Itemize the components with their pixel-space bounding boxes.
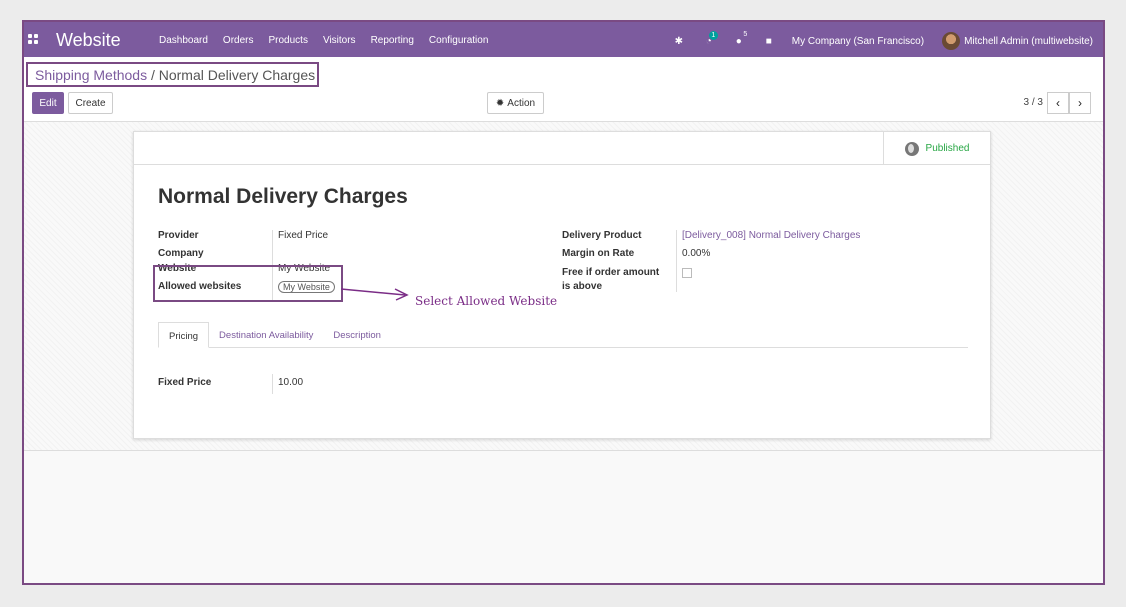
menu-orders[interactable]: Orders <box>223 35 254 46</box>
field-label: Company <box>158 248 204 259</box>
action-button[interactable]: ✹ Action <box>487 92 544 114</box>
bug-icon[interactable]: ✱ <box>672 34 686 48</box>
company-switcher[interactable]: My Company (San Francisco) <box>792 36 924 47</box>
gear-icon: ✹ <box>495 97 505 109</box>
menu-dashboard[interactable]: Dashboard <box>159 35 208 46</box>
avatar[interactable] <box>942 32 961 50</box>
notebook-tabs: Pricing Destination Availability Descrip… <box>158 322 968 348</box>
chat-icon[interactable]: ● 5 <box>732 31 747 48</box>
annotation-highlight-box <box>153 265 343 302</box>
create-button[interactable]: Create <box>68 92 113 114</box>
field-label: Provider <box>158 230 199 241</box>
right-field-group: Delivery Product [Delivery_008] Normal D… <box>562 230 962 292</box>
tab-description[interactable]: Description <box>323 322 391 347</box>
menu-visitors[interactable]: Visitors <box>323 35 356 46</box>
form-view: Published Normal Delivery Charges Provid… <box>24 122 1103 451</box>
menu-configuration[interactable]: Configuration <box>429 35 488 46</box>
delivery-product-link[interactable]: [Delivery_008] Normal Delivery Charges <box>682 230 860 241</box>
field-label: Margin on Rate <box>562 248 635 259</box>
breadcrumb-separator: / <box>147 67 159 83</box>
breadcrumb-current: Normal Delivery Charges <box>158 67 316 83</box>
statusbar: Published <box>134 132 990 165</box>
gift-icon[interactable]: ■ <box>762 34 776 48</box>
menu-products[interactable]: Products <box>268 35 307 46</box>
fixed-price-value[interactable]: 10.00 <box>278 377 303 388</box>
app-window: Website Dashboard Orders Products Visito… <box>22 20 1105 585</box>
tab-pricing[interactable]: Pricing <box>158 322 210 348</box>
top-navbar: Website Dashboard Orders Products Visito… <box>24 22 1103 57</box>
field-divider <box>272 374 273 394</box>
pager-next-button[interactable]: › <box>1069 92 1091 114</box>
margin-value[interactable]: 0.00% <box>682 248 710 259</box>
breadcrumb-parent[interactable]: Shipping Methods <box>35 67 147 83</box>
breadcrumb: Shipping Methods / Normal Delivery Charg… <box>26 62 319 87</box>
pager-value[interactable]: 3 / 3 <box>1024 97 1043 108</box>
tab-destination-availability[interactable]: Destination Availability <box>209 322 323 347</box>
activity-badge: 1 <box>708 31 718 40</box>
app-title[interactable]: Website <box>56 30 121 51</box>
field-divider <box>676 230 677 292</box>
main-menu: Dashboard Orders Products Visitors Repor… <box>159 35 488 46</box>
record-title: Normal Delivery Charges <box>158 185 408 208</box>
edit-button[interactable]: Edit <box>32 92 64 114</box>
control-panel: Shipping Methods / Normal Delivery Charg… <box>24 57 1103 122</box>
field-label: Fixed Price <box>158 377 212 388</box>
provider-value[interactable]: Fixed Price <box>278 230 328 241</box>
free-over-checkbox[interactable] <box>682 268 692 278</box>
messages-badge: 5 <box>743 31 748 38</box>
annotation-arrow <box>341 288 409 301</box>
action-label: Action <box>507 97 536 109</box>
field-label-line-2: is above <box>562 281 603 292</box>
activity-clock-icon[interactable]: ◔ 1 <box>702 31 718 48</box>
field-label: Free if order amount <box>562 267 660 278</box>
annotation-text: Select Allowed Website <box>415 294 558 308</box>
form-sheet: Published Normal Delivery Charges Provid… <box>133 131 991 439</box>
apps-grid-icon[interactable] <box>28 34 38 44</box>
pager-previous-button[interactable]: ‹ <box>1047 92 1069 114</box>
field-label: Delivery Product <box>562 230 642 241</box>
user-menu[interactable]: Mitchell Admin (multiwebsite) <box>964 36 1093 47</box>
published-button[interactable]: Published <box>883 132 990 165</box>
field-fixed-price: Fixed Price 10.00 <box>158 374 378 395</box>
menu-reporting[interactable]: Reporting <box>371 35 414 46</box>
globe-icon <box>904 141 919 156</box>
systray: ✱ ◔ 1 ● 5 ■ My Company (San Francisco) Mit… <box>672 31 1093 50</box>
published-label: Published <box>925 143 970 154</box>
